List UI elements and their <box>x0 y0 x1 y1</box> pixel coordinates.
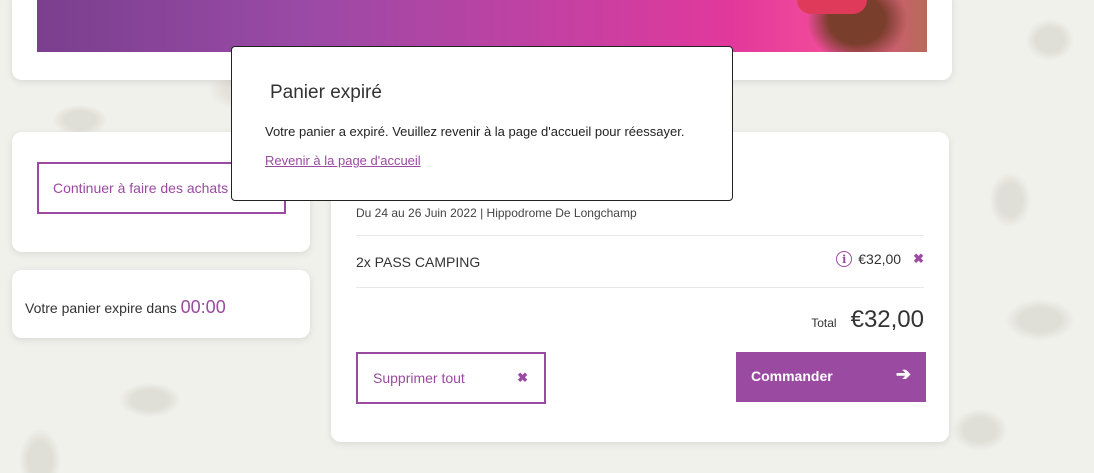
cart-expired-modal: Panier expiré Votre panier a expiré. Veu… <box>231 46 733 201</box>
event-date: Du 24 au 26 Juin 2022 | Hippodrome De Lo… <box>356 206 637 220</box>
total-row: Total €32,00 <box>811 306 924 334</box>
divider <box>356 235 924 236</box>
total-label: Total <box>811 316 837 330</box>
continue-shopping-label: Continuer à faire des achats <box>53 180 229 196</box>
delete-all-button[interactable]: Supprimer tout ✖ <box>356 352 546 404</box>
delete-all-label: Supprimer tout <box>373 370 465 386</box>
cart-item-name: 2x PASS CAMPING <box>356 254 481 270</box>
total-value: €32,00 <box>850 306 924 333</box>
info-icon[interactable]: i <box>836 251 853 267</box>
cart-timer-label: Votre panier expire dans <box>25 300 177 316</box>
cart-item-price-row: i €32,00 ✖ <box>836 251 924 267</box>
remove-item-icon[interactable]: ✖ <box>913 251 924 267</box>
cart-timer-value: 00:00 <box>180 297 226 317</box>
order-label: Commander <box>751 368 833 384</box>
cart-timer: Votre panier expire dans 00:00 <box>25 297 226 318</box>
arrow-right-icon: ➔ <box>895 364 911 384</box>
order-button[interactable]: Commander ➔ <box>736 352 926 402</box>
banner-photo-detail <box>797 0 867 14</box>
modal-title: Panier expiré <box>270 82 382 103</box>
event-banner-image <box>37 0 927 52</box>
close-icon: ✖ <box>517 370 528 385</box>
modal-message: Votre panier a expiré. Veuillez revenir … <box>265 124 685 139</box>
return-home-link[interactable]: Revenir à la page d'accueil <box>265 153 421 168</box>
cart-item-price: €32,00 <box>858 251 902 267</box>
divider <box>356 287 924 288</box>
cart-timer-card: Votre panier expire dans 00:00 <box>12 270 310 338</box>
